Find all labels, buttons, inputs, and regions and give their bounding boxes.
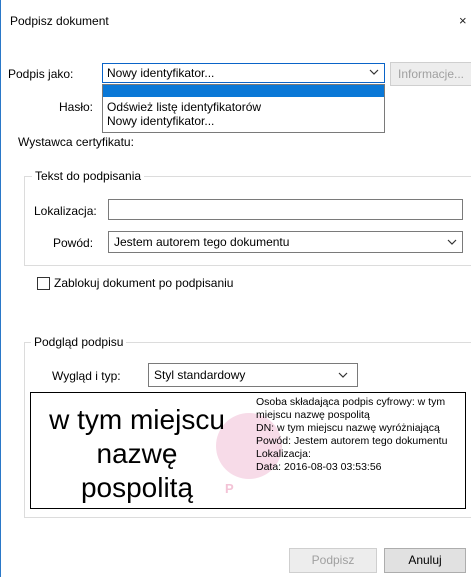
signature-preview: P w tym miejscu nazwę pospolitą Osoba sk…: [30, 392, 466, 509]
sign-as-value: Nowy identyfikator...: [107, 66, 215, 80]
sign-as-dropdown: Odśwież listę identyfikatorów Nowy ident…: [102, 84, 385, 133]
signature-preview-legend: Podgląd podpisu: [31, 335, 127, 349]
signer-name-line: nazwę: [96, 438, 178, 469]
sign-as-select[interactable]: Nowy identyfikator...: [102, 63, 385, 83]
reason-value: Jestem autorem tego dokumentu: [114, 235, 290, 249]
location-input[interactable]: [108, 199, 463, 220]
sign-as-label: Podpis jako:: [8, 67, 74, 81]
location-label: Lokalizacja:: [34, 204, 97, 218]
detail-location: Lokalizacja:: [256, 448, 311, 460]
detail-signer: Osoba składająca podpis cyfrowy: w tym m…: [256, 396, 446, 421]
signature-details: Osoba składająca podpis cyfrowy: w tym m…: [256, 396, 465, 474]
text-to-sign-legend: Tekst do podpisania: [32, 169, 145, 183]
signer-name-line: pospolitą: [80, 472, 194, 503]
signer-name-line: w tym miejscu: [49, 404, 225, 435]
info-button[interactable]: Informacje...: [390, 62, 471, 86]
lock-checkbox[interactable]: [37, 277, 50, 290]
sign-document-dialog: Podpisz dokument × Podpis jako: Nowy ide…: [0, 0, 471, 577]
lock-label[interactable]: Zablokuj dokument po podpisaniu: [54, 276, 233, 290]
appearance-select[interactable]: Styl standardowy: [148, 363, 358, 387]
detail-dn: DN: w tym miejscu nazwę wyróżniającą: [256, 422, 440, 434]
cancel-button[interactable]: Anuluj: [384, 548, 466, 573]
detail-reason: Powód: Jestem autorem tego dokumentu: [256, 435, 448, 447]
detail-date: Data: 2016-08-03 03:53:56: [256, 461, 382, 473]
chevron-down-icon: [447, 239, 457, 245]
password-label: Hasło:: [59, 100, 94, 114]
issuer-label: Wystawca certyfikatu:: [18, 135, 134, 149]
signer-name-large: w tym miejscu nazwę pospolitą: [31, 403, 243, 505]
appearance-value: Styl standardowy: [154, 368, 246, 382]
chevron-down-icon: [338, 372, 348, 378]
sign-button[interactable]: Podpisz: [289, 548, 377, 573]
close-icon[interactable]: ×: [459, 13, 467, 28]
dialog-title: Podpisz dokument: [10, 14, 109, 28]
appearance-label: Wygląd i typ:: [52, 369, 121, 383]
dropdown-highlight: [103, 85, 384, 97]
reason-label: Powód:: [53, 236, 94, 250]
chevron-down-icon: [369, 69, 379, 75]
dropdown-option-refresh[interactable]: Odśwież listę identyfikatorów: [107, 100, 261, 114]
reason-select[interactable]: Jestem autorem tego dokumentu: [108, 231, 463, 253]
dropdown-option-new-id[interactable]: Nowy identyfikator...: [107, 114, 214, 128]
